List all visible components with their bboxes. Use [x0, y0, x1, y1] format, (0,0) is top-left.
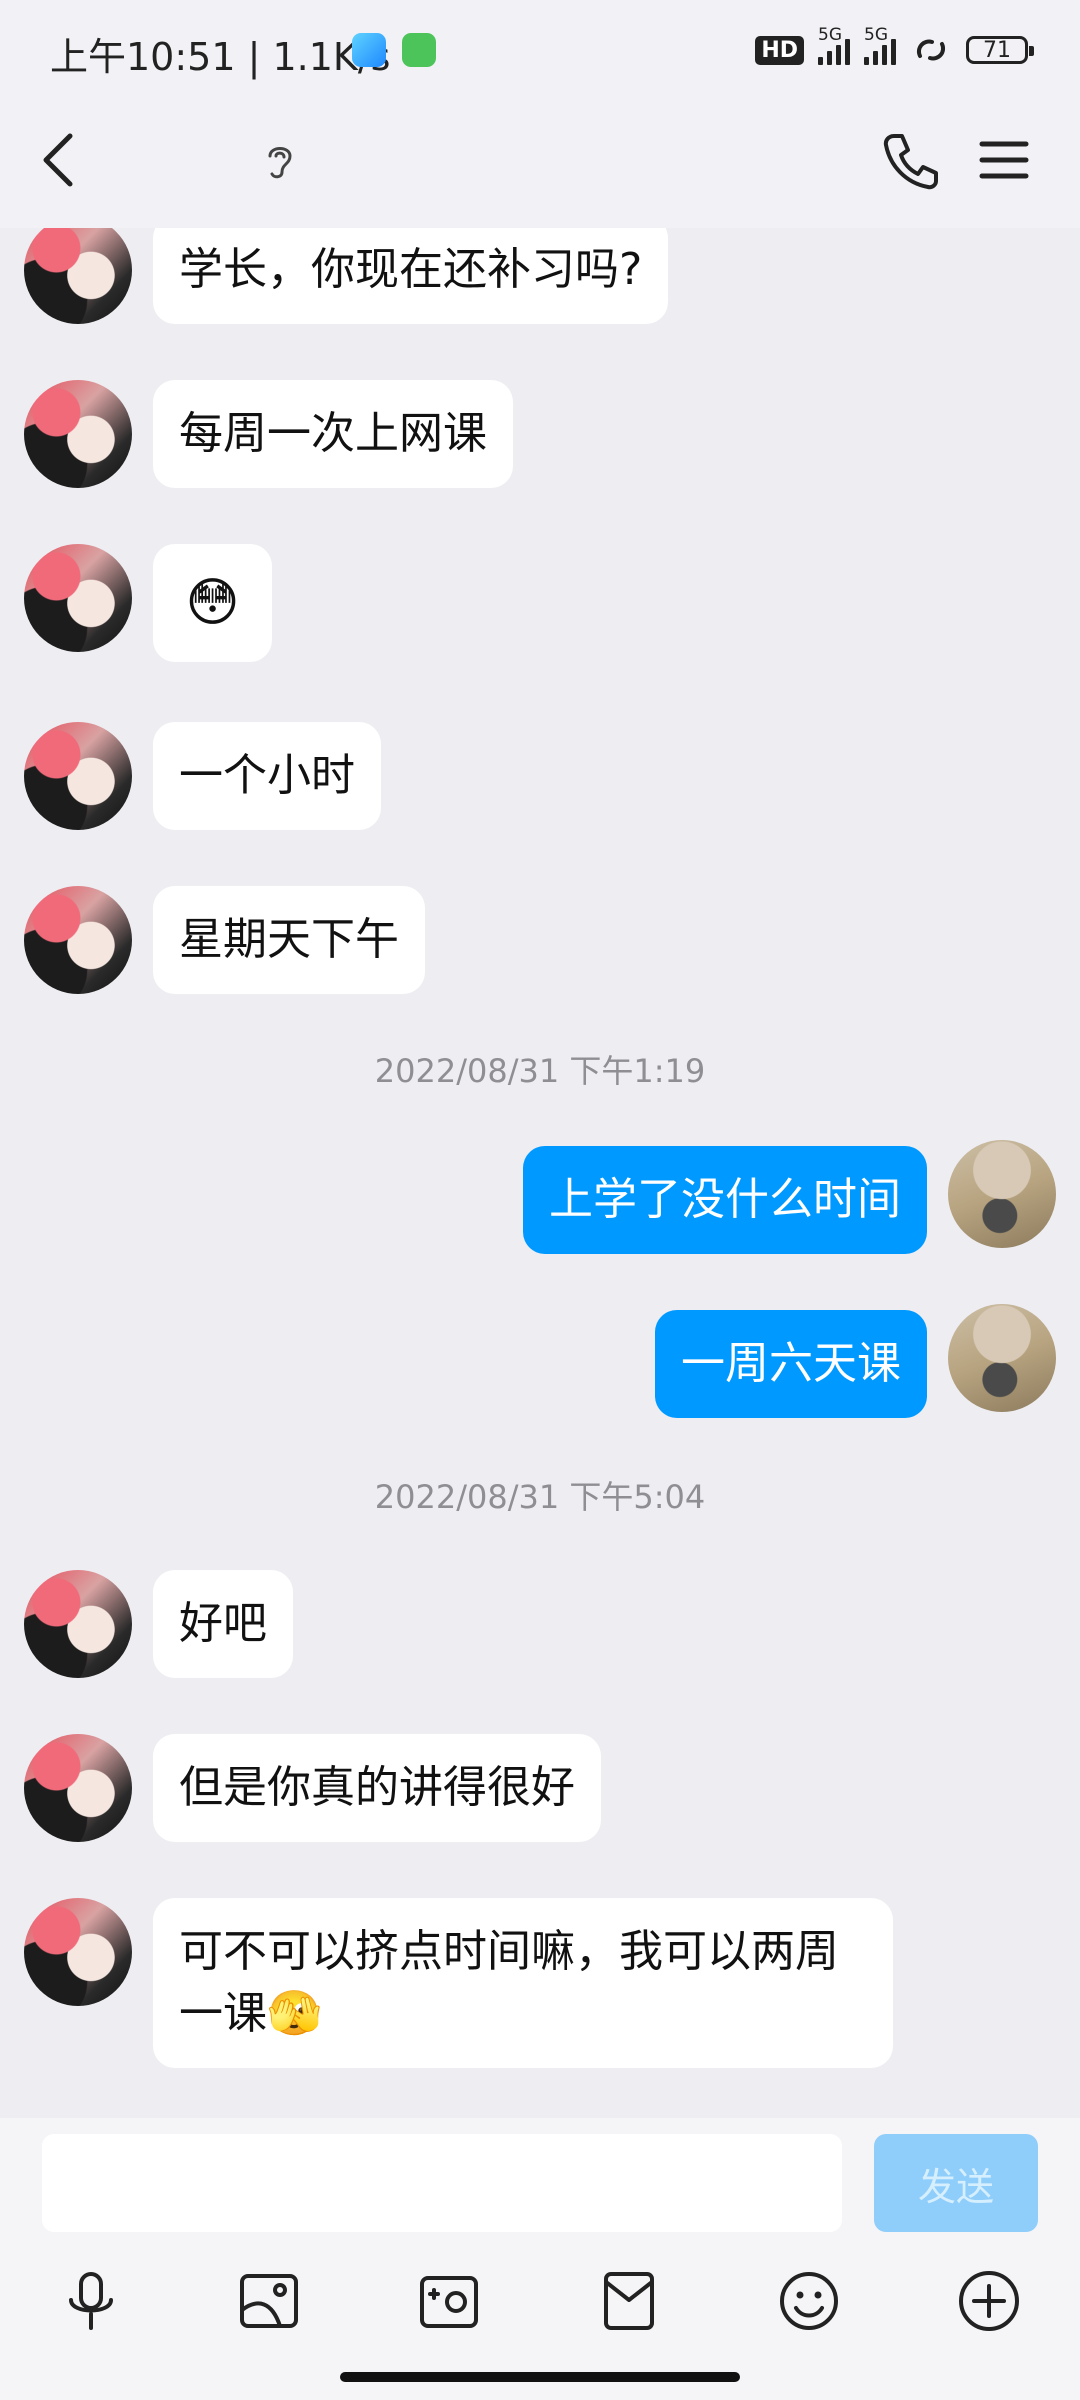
app-notification-icon — [402, 33, 436, 67]
message-bubble[interactable]: 星期天下午 — [153, 886, 425, 994]
send-button-label: 发送 — [917, 2164, 994, 2209]
app-notification-icon — [352, 33, 386, 67]
message-bubble[interactable]: 一周六天课 — [655, 1310, 927, 1418]
emoji-message-bubble[interactable]: 😳 — [153, 544, 272, 662]
battery-icon: 71 — [966, 36, 1034, 64]
microphone-icon[interactable] — [58, 2268, 124, 2334]
home-indicator[interactable] — [340, 2372, 740, 2382]
signal-icon: 5G — [864, 25, 896, 65]
friend-avatar[interactable] — [24, 380, 132, 488]
ear-icon[interactable] — [262, 140, 298, 180]
message-bubble[interactable]: 学长，你现在还补习吗? — [153, 228, 669, 324]
chat-message-list[interactable]: 学长，你现在还补习吗? 每周一次上网课 😳 一个小时 星期天下午 2022/08… — [0, 228, 1080, 2118]
phone-call-icon[interactable] — [880, 128, 940, 192]
message-bubble[interactable]: 可不可以挤点时间嘛，我可以两周一课🫣 — [153, 1898, 893, 2068]
timestamp: 2022/08/31 下午1:19 — [374, 1052, 706, 1090]
emoji-icon[interactable] — [776, 2268, 842, 2334]
plus-icon[interactable] — [956, 2268, 1022, 2334]
message-bubble[interactable]: 好吧 — [153, 1570, 293, 1678]
blushing-emoji-icon: 😳 — [185, 573, 240, 633]
link-icon — [910, 34, 952, 66]
friend-avatar[interactable] — [24, 228, 132, 324]
self-avatar[interactable] — [948, 1304, 1056, 1412]
red-packet-icon[interactable] — [596, 2268, 662, 2334]
back-button[interactable] — [36, 128, 80, 192]
message-bubble[interactable]: 每周一次上网课 — [153, 380, 513, 488]
network-label: 5G — [818, 25, 842, 45]
message-input[interactable] — [42, 2134, 842, 2232]
message-bubble[interactable]: 上学了没什么时间 — [523, 1146, 927, 1254]
camera-icon[interactable] — [416, 2268, 482, 2334]
timestamp: 2022/08/31 下午5:04 — [374, 1478, 706, 1516]
send-button[interactable]: 发送 — [874, 2134, 1038, 2232]
friend-avatar[interactable] — [24, 1898, 132, 2006]
friend-avatar[interactable] — [24, 544, 132, 652]
battery-level: 71 — [983, 37, 1011, 63]
image-icon[interactable] — [236, 2268, 302, 2334]
friend-avatar[interactable] — [24, 1734, 132, 1842]
friend-avatar[interactable] — [24, 886, 132, 994]
status-indicators: HD 5G 5G 71 — [755, 25, 1034, 70]
self-avatar[interactable] — [948, 1140, 1056, 1248]
status-bar: 上午10:51 | 1.1K/s HD 5G 5G 71 — [0, 0, 1080, 100]
message-bubble[interactable]: 但是你真的讲得很好 — [153, 1734, 601, 1842]
message-bubble[interactable]: 一个小时 — [153, 722, 381, 830]
hd-badge: HD — [755, 35, 804, 65]
menu-icon[interactable] — [978, 136, 1030, 184]
friend-avatar[interactable] — [24, 722, 132, 830]
network-label: 5G — [864, 25, 888, 45]
friend-avatar[interactable] — [24, 1570, 132, 1678]
signal-icon: 5G — [818, 25, 850, 65]
status-time: 上午10:51 | 1.1K/s — [50, 35, 391, 79]
